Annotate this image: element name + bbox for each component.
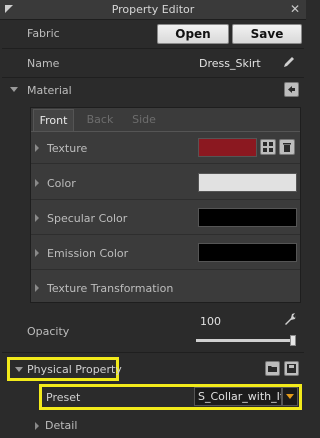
emission-color-label: Emission Color [47, 247, 129, 260]
texture-label: Texture [47, 142, 88, 155]
collapse-arrow-icon[interactable] [15, 367, 23, 372]
tab-side[interactable]: Side [126, 109, 162, 132]
preset-dropdown-button[interactable] [282, 387, 298, 406]
expand-arrow-icon[interactable] [35, 214, 39, 222]
collapse-arrow-icon[interactable] [10, 87, 18, 92]
color-swatch[interactable] [198, 173, 297, 192]
back-arrow-icon[interactable] [284, 82, 299, 97]
expand-arrow-icon[interactable] [35, 422, 39, 430]
texture-transformation-label[interactable]: Texture Transformation [47, 282, 173, 295]
chevron-down-icon [286, 394, 294, 399]
preset-label: Preset [46, 391, 81, 404]
opacity-slider-track[interactable] [196, 339, 296, 342]
opacity-slider-thumb[interactable] [290, 335, 296, 346]
expand-arrow-icon[interactable] [35, 179, 39, 187]
wrench-icon[interactable] [283, 312, 297, 326]
tab-divider [31, 131, 300, 132]
expand-arrow-icon[interactable] [35, 249, 39, 257]
name-value[interactable]: Dress_Skirt [199, 57, 261, 70]
tab-front[interactable]: Front [33, 109, 74, 132]
material-panel [30, 107, 301, 303]
specular-color-swatch[interactable] [198, 208, 297, 227]
divider [2, 77, 304, 78]
divider [2, 48, 304, 49]
save-icon[interactable] [284, 361, 299, 376]
name-label: Name [27, 57, 60, 70]
emission-color-swatch[interactable] [198, 243, 297, 262]
divider [2, 352, 304, 353]
title-bar[interactable]: Property Editor ✕ [0, 0, 306, 20]
window-title: Property Editor [111, 3, 195, 16]
open-button[interactable]: Open [157, 24, 229, 44]
tab-back[interactable]: Back [82, 109, 118, 132]
physical-property-section-title[interactable]: Physical Property [27, 363, 122, 376]
divider [31, 199, 300, 200]
detail-label[interactable]: Detail [45, 419, 77, 432]
fabric-label: Fabric [27, 27, 60, 40]
save-button[interactable]: Save [232, 24, 302, 44]
divider [31, 269, 300, 270]
pencil-icon[interactable] [282, 55, 296, 69]
preset-select[interactable]: S_Collar_with_It [194, 387, 282, 406]
texture-swatch[interactable] [198, 138, 257, 157]
opacity-label: Opacity [27, 325, 70, 338]
specular-color-label: Specular Color [47, 212, 128, 225]
folder-icon[interactable] [265, 361, 280, 376]
trash-icon[interactable] [279, 139, 295, 155]
divider [31, 234, 300, 235]
expand-arrow-icon[interactable] [35, 284, 39, 292]
color-label: Color [47, 177, 76, 190]
close-icon[interactable]: ✕ [288, 2, 302, 16]
divider [31, 163, 300, 164]
opacity-value[interactable]: 100 [200, 315, 221, 328]
material-section-title[interactable]: Material [27, 84, 72, 97]
grid-icon[interactable] [260, 139, 276, 155]
expand-arrow-icon[interactable] [35, 144, 39, 152]
